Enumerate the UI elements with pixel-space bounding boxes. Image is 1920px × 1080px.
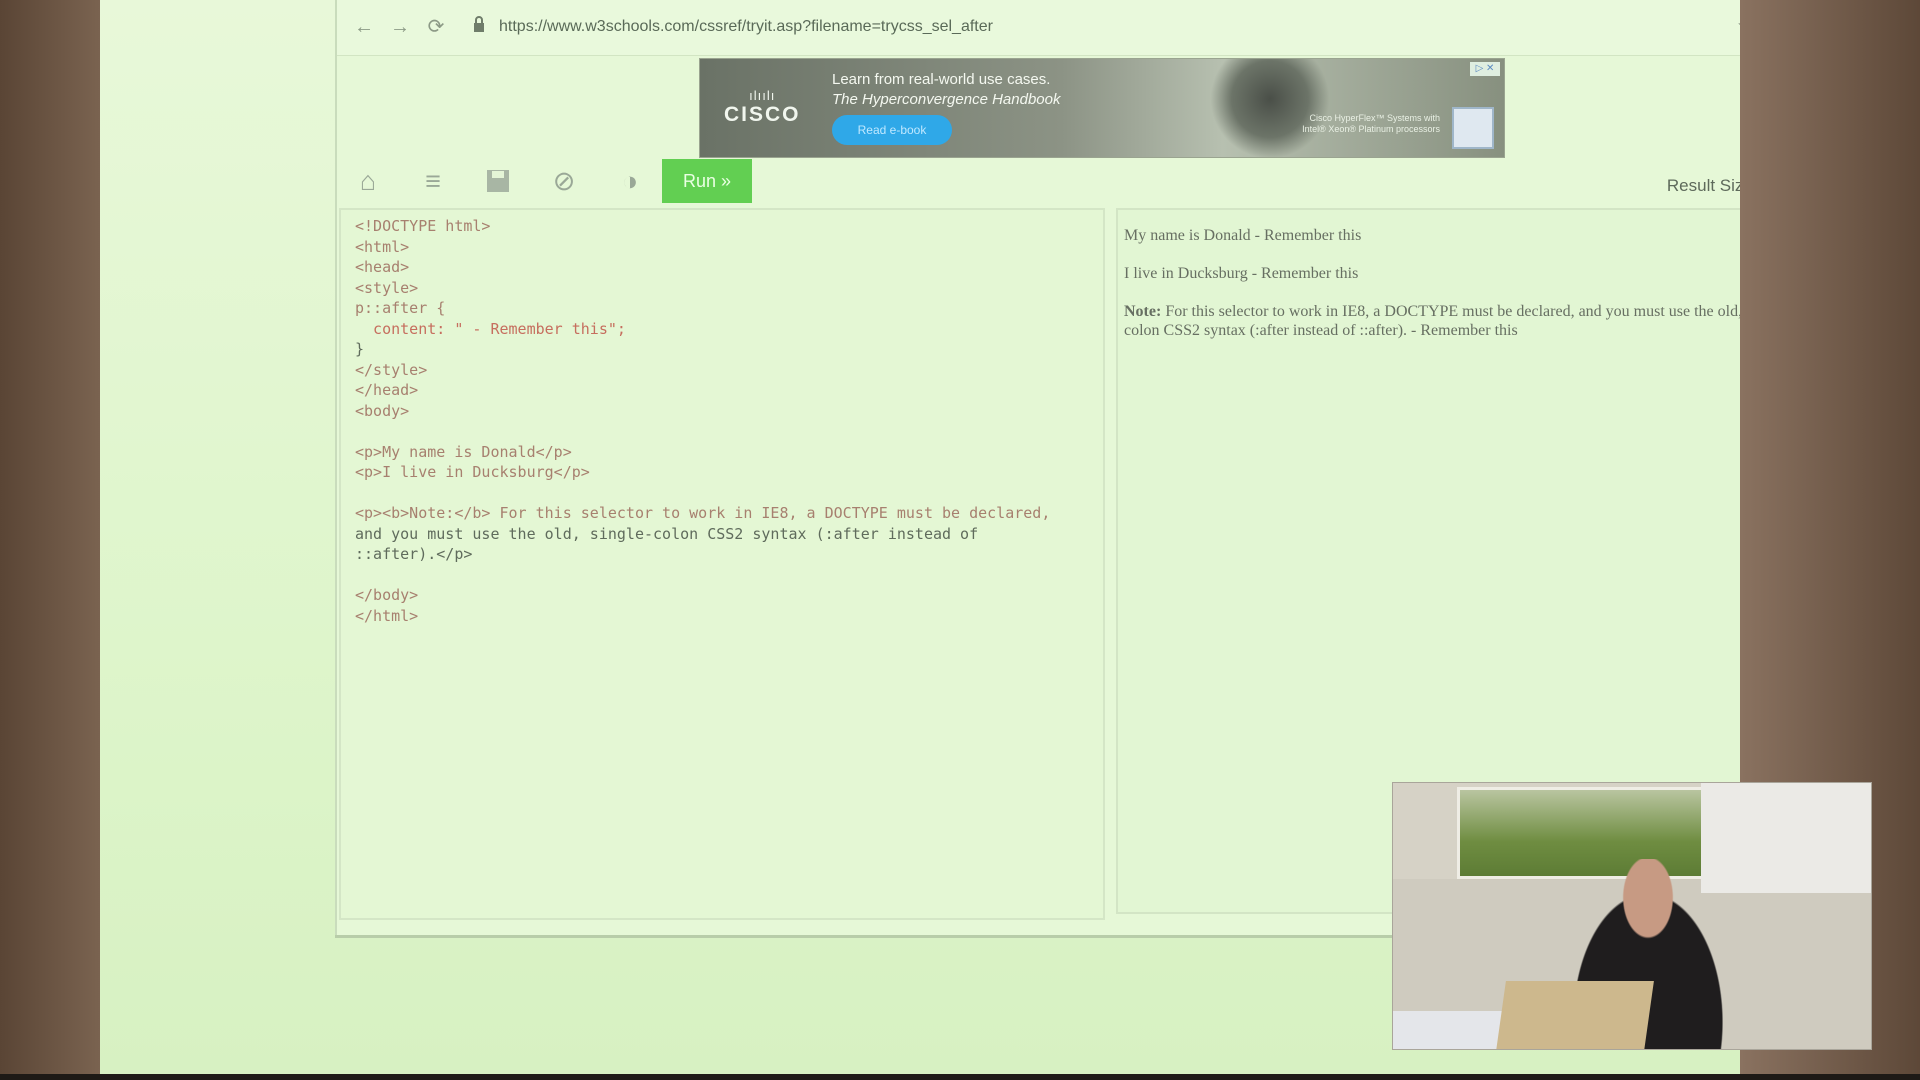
result-note-bold: Note: xyxy=(1124,303,1162,320)
room-wall-left xyxy=(0,0,100,1080)
code-line[interactable]: <p>My name is Donald</p> xyxy=(355,442,1050,463)
code-line[interactable] xyxy=(355,421,1050,442)
code-text[interactable]: <!DOCTYPE html> <html> <head> <style> p::aft… xyxy=(355,216,1050,626)
browser-toolbar: ← → ⟳ https://www.w3schools.com/cssref/t… xyxy=(337,0,1845,56)
code-line[interactable]: and you must use the old, single-colon C… xyxy=(355,524,1050,545)
code-editor[interactable]: <!DOCTYPE html> <html> <head> <style> p::aft… xyxy=(339,208,1105,920)
ad-person-image xyxy=(1210,59,1330,157)
code-line[interactable] xyxy=(355,565,1050,586)
code-line[interactable]: <!DOCTYPE html> xyxy=(355,216,1050,237)
result-note: Note: For this selector to work in IE8, … xyxy=(1124,302,1824,340)
result-paragraph-2: I live in Ducksburg - Remember this xyxy=(1124,265,1359,282)
forward-arrow-icon[interactable]: → xyxy=(387,14,413,40)
webcam-overlay xyxy=(1392,782,1872,1050)
ad-subheadline: The Hyperconvergence Handbook xyxy=(832,91,1061,108)
code-line[interactable]: content: " - Remember this"; xyxy=(355,319,1050,340)
code-line[interactable]: </html> xyxy=(355,606,1050,627)
ad-cta-button[interactable]: Read e-book xyxy=(832,115,952,145)
code-line[interactable]: p::after { xyxy=(355,298,1050,319)
code-line[interactable]: </head> xyxy=(355,380,1050,401)
cam-laptop xyxy=(1496,981,1654,1049)
address-bar[interactable]: https://www.w3schools.com/cssref/tryit.a… xyxy=(499,18,993,36)
code-line[interactable]: <p><b>Note:</b> For this selector to wor… xyxy=(355,503,1050,524)
code-line[interactable]: </style> xyxy=(355,360,1050,381)
code-line[interactable]: <head> xyxy=(355,257,1050,278)
home-icon[interactable]: ⌂ xyxy=(351,164,385,198)
result-content: My name is Donald - Remember this I live… xyxy=(1124,226,1824,359)
menu-icon[interactable]: ≡ xyxy=(416,164,450,198)
code-line[interactable]: } xyxy=(355,339,1050,360)
ad-close-icon[interactable]: ▷ ✕ xyxy=(1470,62,1500,76)
floor-edge xyxy=(0,1074,1920,1080)
code-line[interactable]: ::after).</p> xyxy=(355,544,1050,565)
run-button[interactable]: Run » xyxy=(662,159,752,203)
save-icon[interactable] xyxy=(481,164,515,198)
code-line[interactable]: <body> xyxy=(355,401,1050,422)
result-paragraph-1: My name is Donald - Remember this xyxy=(1124,227,1362,244)
cisco-logo: ılıılı CISCO xyxy=(724,88,801,127)
back-arrow-icon[interactable]: ← xyxy=(351,14,377,40)
rotate-icon[interactable]: ⊘ xyxy=(547,164,581,198)
ad-fineprint: Cisco HyperFlex™ Systems with Intel® Xeo… xyxy=(1302,113,1440,134)
reload-icon[interactable]: ⟳ xyxy=(423,14,449,40)
ad-banner[interactable]: ılıılı CISCO Learn from real-world use c… xyxy=(699,58,1505,158)
code-line[interactable] xyxy=(355,483,1050,504)
code-line[interactable]: <p>I live in Ducksburg</p> xyxy=(355,462,1050,483)
lock-icon xyxy=(473,14,485,36)
code-line[interactable]: <html> xyxy=(355,237,1050,258)
intel-badge-icon xyxy=(1452,107,1494,149)
editor-toolbar: ⌂ ≡ ⊘ ◑ Run » Result Size: 666 x 628 xyxy=(337,158,1845,204)
result-note-text: For this selector to work in IE8, a DOCT… xyxy=(1124,303,1790,339)
contrast-icon[interactable]: ◑ xyxy=(613,164,647,198)
code-line[interactable]: <style> xyxy=(355,278,1050,299)
code-line[interactable]: </body> xyxy=(355,585,1050,606)
ad-headline: Learn from real-world use cases. xyxy=(832,71,1051,88)
